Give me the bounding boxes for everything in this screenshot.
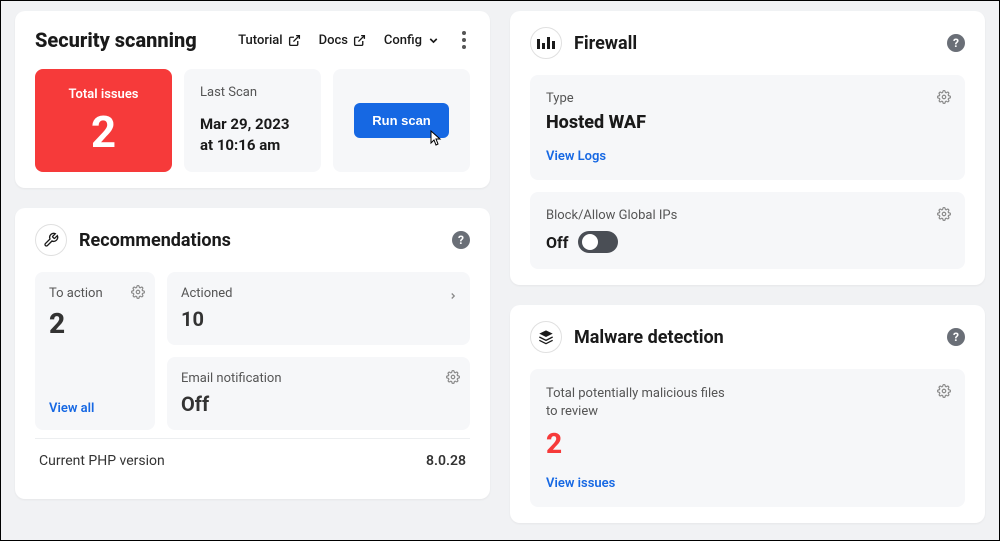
firewall-type-label: Type [546,91,949,106]
security-scanning-title: Security scanning [35,28,197,52]
view-logs-link[interactable]: View Logs [546,149,606,164]
malware-title-text: Malware detection [574,327,724,348]
block-allow-panel: Block/Allow Global IPs Off [530,192,965,269]
chevron-right-icon [448,286,458,305]
actioned-box[interactable]: Actioned 10 [167,272,470,345]
malware-files-label: Total potentially malicious files to rev… [546,385,726,421]
to-action-value: 2 [49,307,141,340]
gear-icon[interactable] [937,206,951,225]
to-action-box[interactable]: To action 2 View all [35,272,155,430]
last-scan-value: Mar 29, 2023 at 10:16 am [200,114,305,156]
recommendations-title-text: Recommendations [79,230,231,251]
recommendations-title: Recommendations [35,224,231,256]
security-header-links: Tutorial Docs Config [238,27,470,53]
block-allow-toggle[interactable] [578,231,618,253]
firewall-type-panel: Type Hosted WAF View Logs [530,75,965,180]
run-scan-box: Run scan [333,69,470,172]
wrench-icon [35,224,67,256]
total-issues-label: Total issues [69,87,139,102]
php-version-value: 8.0.28 [426,453,466,469]
gear-icon[interactable] [937,383,951,402]
tutorial-label: Tutorial [238,33,282,48]
config-label: Config [384,33,422,48]
last-scan-box: Last Scan Mar 29, 2023 at 10:16 am [184,69,321,172]
actioned-label: Actioned [181,286,456,301]
block-allow-value: Off [546,233,568,252]
recommendations-card: Recommendations ? To action 2 View all [15,208,490,499]
firewall-title-text: Firewall [574,33,637,54]
last-scan-label: Last Scan [200,85,305,100]
docs-label: Docs [319,33,348,48]
email-notification-value: Off [181,392,456,416]
actioned-value: 10 [181,307,456,331]
docs-link[interactable]: Docs [319,33,366,48]
tutorial-link[interactable]: Tutorial [238,33,300,48]
help-icon[interactable]: ? [947,34,965,52]
gear-icon[interactable] [937,89,951,108]
php-version-label: Current PHP version [39,453,165,469]
firewall-type-value: Hosted WAF [546,112,949,133]
firewall-card: Firewall ? Type Hosted WAF View Logs Blo… [510,11,985,285]
malware-files-count: 2 [546,427,949,460]
config-dropdown[interactable]: Config [384,33,440,48]
security-scanning-card: Security scanning Tutorial Docs Config [15,11,490,188]
block-allow-label: Block/Allow Global IPs [546,208,949,223]
external-link-icon [353,34,366,47]
malware-files-panel: Total potentially malicious files to rev… [530,369,965,507]
view-all-link[interactable]: View all [49,345,141,416]
more-menu-button[interactable] [458,27,470,53]
malware-title: Malware detection [530,321,724,353]
help-icon[interactable]: ? [947,328,965,346]
chevron-down-icon [427,34,440,47]
gear-icon[interactable] [446,369,460,388]
total-issues-value: 2 [91,110,116,154]
firewall-title: Firewall [530,27,637,59]
email-notification-box[interactable]: Email notification Off [167,357,470,430]
cursor-icon [426,129,442,154]
firewall-icon [530,27,562,59]
malware-card: Malware detection ? Total potentially ma… [510,305,985,523]
to-action-label: To action [49,286,141,301]
email-notification-label: Email notification [181,371,456,386]
help-icon[interactable]: ? [452,231,470,249]
view-issues-link[interactable]: View issues [546,476,615,491]
total-issues-box[interactable]: Total issues 2 [35,69,172,172]
layers-icon [530,321,562,353]
gear-icon[interactable] [131,284,145,303]
external-link-icon [288,34,301,47]
php-version-row: Current PHP version 8.0.28 [35,438,470,483]
